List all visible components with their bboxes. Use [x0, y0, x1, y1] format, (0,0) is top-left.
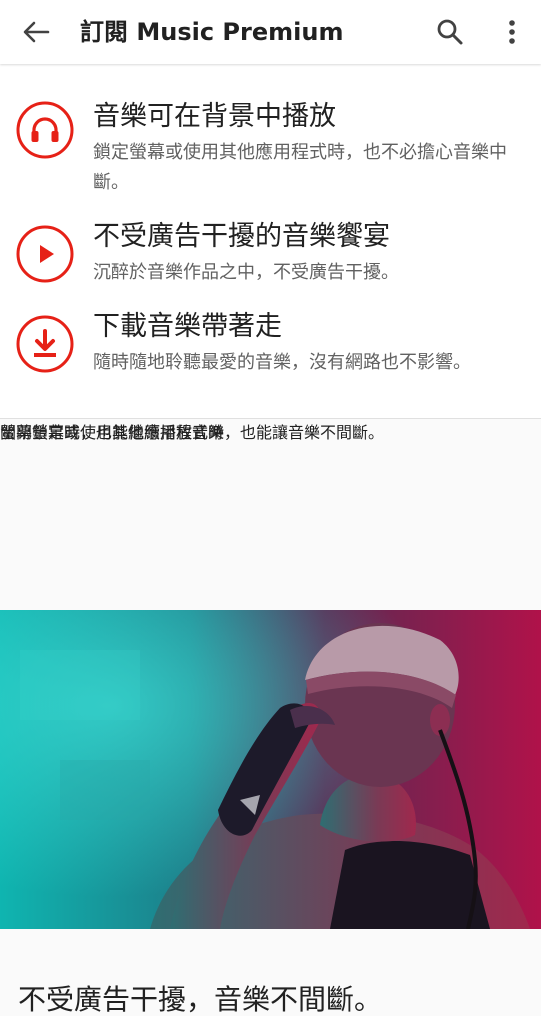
search-icon[interactable]	[436, 18, 464, 46]
benefit-description: 鎖定螢幕或使用其他應用程式時，也不必擔心音樂中斷。	[93, 142, 507, 193]
feature-photo	[0, 610, 541, 929]
benefits-list: 音樂可在背景中播放 鎖定螢幕或使用其他應用程式時，也不必擔心音樂中斷。 不受廣告…	[0, 64, 541, 418]
app-bar: 訂閱 Music Premium	[0, 0, 541, 64]
feature-description: 關閉螢幕或使用其他應用程式時，也能讓音樂不間斷。	[0, 423, 385, 442]
benefit-title: 下載音樂帶著走	[93, 311, 282, 342]
person-listening-image	[0, 610, 541, 929]
more-vert-icon[interactable]	[504, 18, 520, 46]
benefit-title: 音樂可在背景中播放	[93, 101, 336, 132]
play-icon	[16, 225, 74, 283]
benefit-description: 沉醉於音樂作品之中，不受廣告干擾。	[93, 262, 399, 283]
benefit-description: 隨時隨地聆聽最愛的音樂，沒有網路也不影響。	[93, 352, 471, 373]
arrow-back-icon[interactable]	[22, 20, 50, 44]
headphones-icon	[16, 101, 74, 159]
download-icon	[16, 315, 74, 373]
benefit-title: 不受廣告干擾的音樂饗宴	[93, 221, 390, 252]
feature-title: 不受廣告干擾，音樂不間斷。	[18, 983, 383, 1016]
page-title: 訂閱 Music Premium	[80, 18, 344, 46]
